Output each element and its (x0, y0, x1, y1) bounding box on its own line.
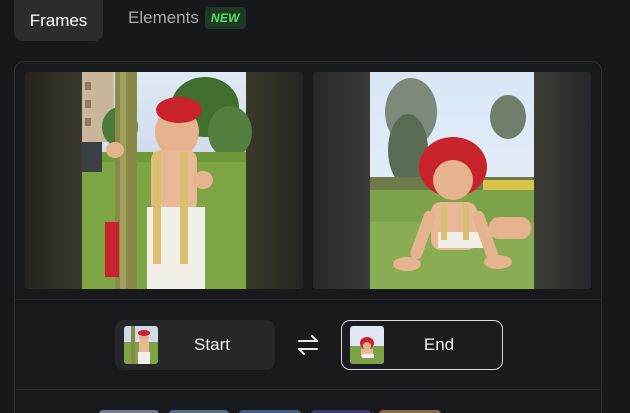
frames-panel-root: Frames Elements NEW Start End (0, 0, 630, 413)
end-button-label: End (423, 335, 455, 354)
start-frame-thumbnail (124, 326, 158, 364)
start-frame-image (25, 72, 303, 289)
tab-elements-label: Elements (128, 8, 199, 27)
end-frame-thumbnail (350, 326, 384, 364)
section-divider-bottom (15, 389, 601, 390)
start-frame-button[interactable]: Start (115, 320, 275, 370)
tab-frames[interactable]: Frames (14, 0, 103, 41)
start-button-label: Start (194, 335, 230, 354)
start-frame-preview[interactable] (25, 72, 303, 289)
swap-arrows-icon[interactable] (296, 334, 320, 356)
section-divider (15, 299, 601, 300)
new-badge: NEW (204, 7, 246, 29)
tab-frames-label: Frames (29, 10, 88, 30)
tab-elements[interactable]: Elements NEW (128, 0, 246, 36)
end-frame-image (313, 72, 591, 289)
end-frame-button[interactable]: End (341, 320, 503, 370)
frames-card: Start End (14, 61, 602, 413)
end-frame-preview[interactable] (313, 72, 591, 289)
